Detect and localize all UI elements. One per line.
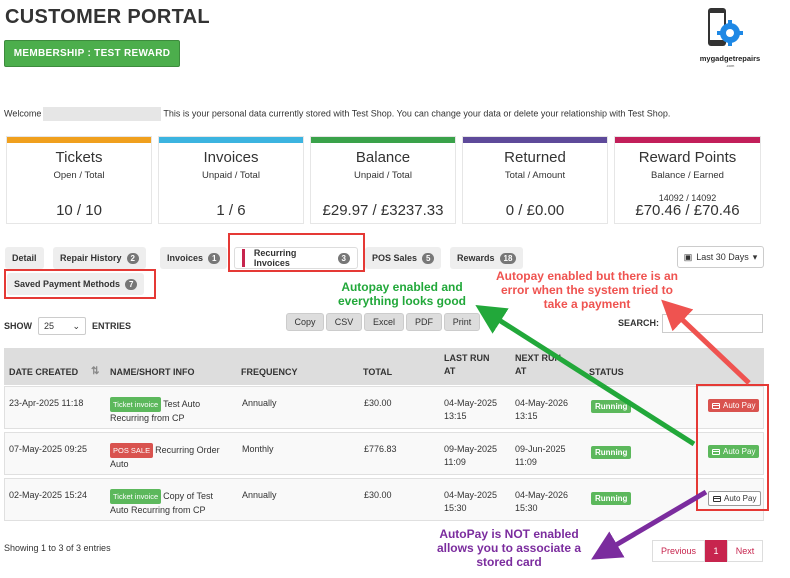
red-arrow: [661, 299, 751, 385]
green-arrow: [475, 304, 696, 447]
purple-arrow: [591, 489, 708, 560]
annotation-autopay-error: Autopay enabled but there is an error wh…: [495, 269, 679, 311]
annotation-autopay-disabled: AutoPay is NOT enabled allows you to ass…: [436, 527, 582, 569]
annotation-autopay-good: Autopay enabled and everything looks goo…: [337, 280, 466, 308]
